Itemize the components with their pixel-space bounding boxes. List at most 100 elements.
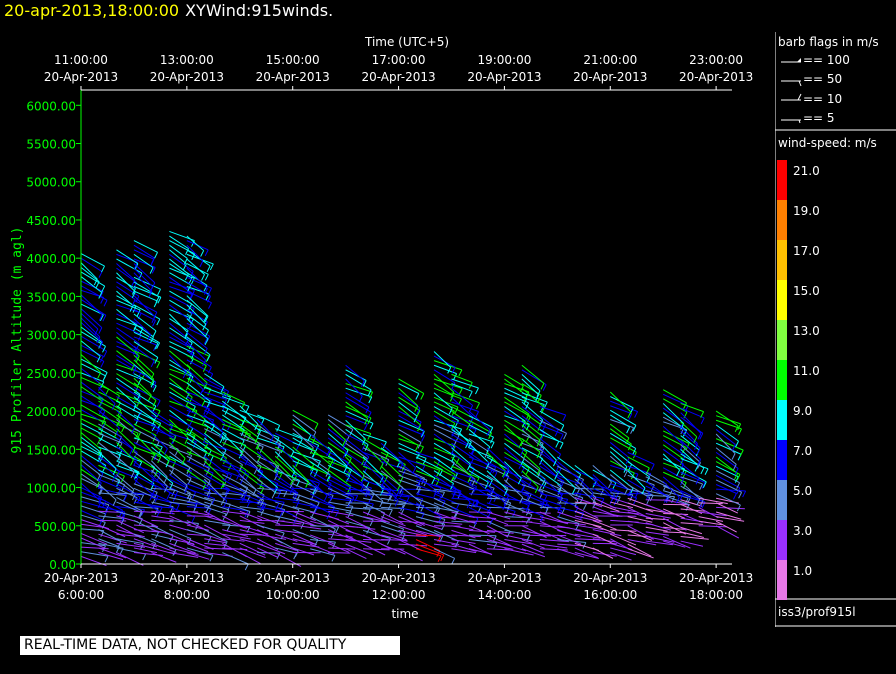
barb-shaft	[133, 281, 160, 298]
barb-feather	[543, 401, 548, 409]
barb-label-5: == 5	[803, 111, 835, 125]
barb-feather	[331, 555, 336, 562]
barb-shaft	[415, 502, 442, 518]
barb-shaft	[716, 506, 745, 510]
barb-feather	[103, 350, 108, 358]
barb-feather	[475, 387, 479, 395]
barb-feather	[363, 423, 368, 431]
top-tick-time: 19:00:00	[477, 53, 531, 67]
barb-shaft	[309, 516, 336, 530]
barb-feather	[420, 446, 424, 453]
barb-feather	[208, 287, 212, 295]
y-tick-label: 4000.00	[26, 252, 76, 266]
wind-barb	[80, 528, 105, 537]
colorbar-label: 5.0	[793, 484, 813, 498]
speed-legend-title: wind-speed: m/s	[778, 136, 877, 150]
barb-feather	[112, 499, 117, 506]
barb-feather	[458, 369, 463, 377]
barb-feather	[307, 434, 312, 442]
barb-shaft	[345, 525, 376, 530]
barb-shaft	[398, 479, 421, 488]
barb-shaft	[381, 497, 407, 503]
barb-feather	[314, 423, 319, 430]
wind-barb	[292, 437, 317, 458]
barb-feather	[129, 448, 134, 455]
barb-feather	[166, 492, 171, 500]
barb-shaft	[680, 522, 704, 525]
y-tick-label: 2000.00	[26, 405, 76, 419]
barb-feather	[650, 464, 655, 471]
top-tick-date: 20-Apr-2013	[361, 70, 435, 84]
wind-barb	[486, 502, 516, 518]
top-tick-date: 20-Apr-2013	[44, 70, 118, 84]
barb-shaft	[680, 535, 709, 540]
wind-barb-plot: 0.00 500.00 1000.00 1500.00 2000.00 2500.00 30…	[10, 35, 753, 621]
barb-shaft	[292, 428, 314, 448]
wind-speed-colorbar	[777, 160, 787, 600]
x-tick-date: 20-Apr-2013	[44, 571, 118, 585]
y-tick-label: 4500.00	[26, 214, 76, 228]
wind-barb	[169, 382, 190, 400]
barb-shaft	[680, 448, 699, 466]
x-tick-time: 8:00:00	[164, 588, 210, 602]
y-tick-label: 0.00	[49, 558, 76, 572]
barb-feather	[98, 271, 103, 278]
barb-shaft	[398, 543, 428, 547]
barb-shaft	[504, 424, 523, 442]
barb-shaft	[345, 474, 369, 491]
wind-barb	[451, 470, 474, 485]
wind-barb	[310, 548, 336, 562]
barb-shaft	[186, 258, 205, 275]
barb-feather	[156, 318, 161, 326]
barb-shaft	[610, 529, 637, 532]
barb-feather	[244, 563, 249, 571]
wind-barb	[80, 427, 101, 445]
barb-feather	[704, 468, 709, 476]
colorbar-label: 3.0	[793, 524, 813, 538]
barb-shaft	[345, 548, 367, 560]
barb-shaft	[345, 364, 365, 382]
wind-barb	[239, 510, 263, 521]
y-axis-title: 915 Profiler Altitude (m agl)	[10, 227, 25, 454]
barb-label-50: == 50	[803, 72, 843, 86]
barb-feather	[431, 477, 436, 485]
barb-shaft	[539, 456, 558, 474]
colorbar-label: 11.0	[793, 364, 820, 378]
barb-shaft	[80, 349, 105, 362]
wind-barb	[186, 515, 215, 517]
colorbar-label: 1.0	[793, 564, 813, 578]
barb-feather	[676, 469, 681, 477]
barb-shaft	[345, 378, 363, 397]
wind-barb	[610, 552, 632, 561]
barb-shaft	[539, 548, 568, 551]
wind-barb	[610, 432, 637, 455]
barb-shaft	[222, 501, 251, 512]
barb-feather	[540, 383, 545, 390]
barb-feather	[154, 252, 159, 259]
barb-layer	[80, 230, 747, 571]
barb-shaft	[80, 253, 105, 267]
barb-feather	[608, 481, 612, 489]
barb-shaft	[433, 433, 455, 450]
barb-shaft	[222, 552, 249, 565]
barb-shaft	[257, 414, 280, 426]
barb-feather	[185, 425, 190, 432]
barb-feather	[335, 526, 340, 534]
barb-shaft	[169, 263, 193, 279]
colorbar-segment	[777, 240, 787, 280]
barb-feather	[738, 428, 742, 436]
barb-feather	[634, 411, 639, 418]
barb-feather	[559, 442, 564, 450]
barb-feather	[739, 449, 744, 457]
barb-feather	[437, 555, 442, 563]
barb-feather	[201, 274, 205, 281]
barb-feather	[476, 402, 480, 410]
barb-shaft	[468, 534, 497, 537]
barb-shaft	[398, 452, 416, 469]
barb-shaft	[451, 529, 476, 539]
top-tick-time: 11:00:00	[54, 53, 108, 67]
colorbar-segment	[777, 200, 787, 240]
barb-feather	[458, 388, 463, 395]
wind-barb	[715, 484, 737, 500]
top-tick-date: 20-Apr-2013	[467, 70, 541, 84]
